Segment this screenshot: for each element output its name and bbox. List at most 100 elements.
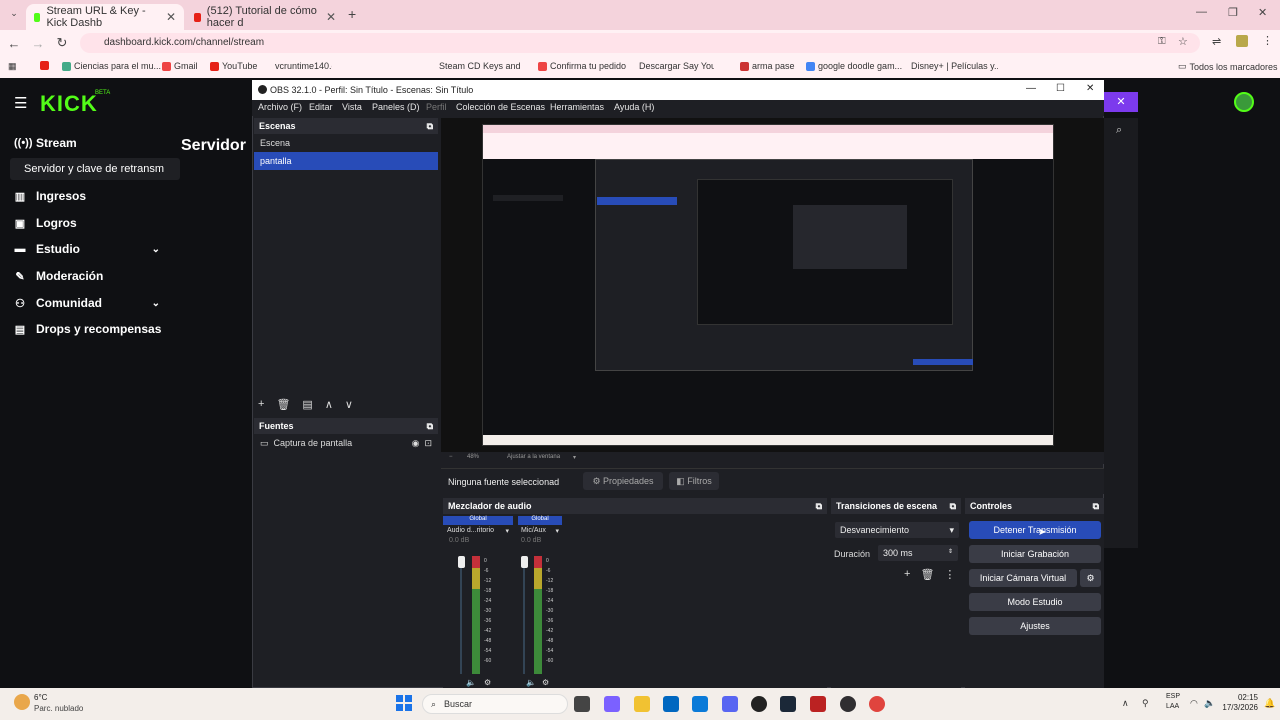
steam-icon[interactable]: [780, 696, 796, 712]
bookmark-item[interactable]: google doodle gam...: [806, 61, 902, 71]
settings-icon[interactable]: ⚙: [484, 678, 491, 687]
tab-youtube-tutorial[interactable]: (512) Tutorial de cómo hacer d ✕: [186, 4, 344, 30]
windows-start-icon[interactable]: [396, 695, 412, 711]
sidebar-item-comunidad[interactable]: ⚇ Comunidad ⌄: [14, 296, 160, 310]
edge-icon[interactable]: [692, 696, 708, 712]
duration-stepper[interactable]: 300 ms ⇕: [878, 545, 958, 561]
scene-item-selected[interactable]: pantalla: [254, 152, 438, 170]
studio-mode-button[interactable]: Modo Estudio: [969, 593, 1101, 611]
obs-taskbar-icon[interactable]: [840, 696, 856, 712]
close-tab-icon[interactable]: ✕: [166, 10, 176, 24]
key-icon[interactable]: ⚿: [1158, 36, 1166, 47]
bookmark-star-icon[interactable]: ☆: [1178, 35, 1188, 48]
sidebar-item-ingresos[interactable]: ▥ Ingresos: [14, 189, 86, 203]
menu-editar[interactable]: Editar: [309, 102, 333, 112]
all-bookmarks[interactable]: ▭ Todos los marcadores: [1178, 61, 1278, 72]
sidebar-item-server-key[interactable]: Servidor y clave de retransm: [10, 158, 180, 180]
copilot-icon[interactable]: [604, 696, 620, 712]
volume-slider-handle[interactable]: [521, 556, 528, 568]
fit-to-window[interactable]: Ajustar a la ventana: [507, 454, 560, 460]
minimize-icon[interactable]: —: [1026, 83, 1036, 94]
menu-icon[interactable]: ⋮: [1262, 34, 1273, 47]
network-icon[interactable]: ⚲: [1142, 698, 1149, 709]
chrome-icon[interactable]: [869, 696, 885, 712]
sidebar-item-logros[interactable]: ▣ Logros: [14, 216, 77, 230]
bookmark-item[interactable]: arma pase: [740, 61, 795, 71]
speaker-icon[interactable]: 🔈: [466, 678, 476, 687]
filters-button[interactable]: ◧ Filtros: [669, 472, 719, 490]
menu-vista[interactable]: Vista: [342, 102, 362, 112]
zoom-out-icon[interactable]: −: [449, 454, 453, 460]
start-virtual-camera-button[interactable]: Iniciar Cámara Virtual: [969, 569, 1077, 587]
discord-icon[interactable]: [722, 696, 738, 712]
chevron-down-icon[interactable]: ▾: [573, 454, 576, 461]
avatar[interactable]: [1234, 92, 1254, 112]
lang-indicator[interactable]: ESP: [1166, 693, 1180, 700]
bookmark-item[interactable]: Confirma tu pedido: [538, 61, 626, 71]
close-modal-icon[interactable]: ✕: [1104, 92, 1138, 112]
taskbar-search[interactable]: ⌕ Buscar: [422, 694, 568, 714]
move-up-icon[interactable]: ∧: [325, 398, 333, 411]
menu-archivo[interactable]: Archivo (F): [258, 102, 302, 112]
menu-ayuda[interactable]: Ayuda (H): [614, 102, 654, 112]
app-icon[interactable]: [810, 696, 826, 712]
close-icon[interactable]: ✕: [1086, 83, 1094, 94]
store-icon[interactable]: [663, 696, 679, 712]
search-icon[interactable]: ⌕: [1116, 124, 1122, 137]
start-recording-button[interactable]: Iniciar Grabación: [969, 545, 1101, 563]
lock-icon[interactable]: ⊡: [424, 438, 432, 449]
file-explorer-icon[interactable]: [634, 696, 650, 712]
source-item[interactable]: ▭ Captura de pantalla ◉ ⊡: [254, 434, 438, 453]
bookmark-item[interactable]: vcruntime140.dll de...: [272, 61, 332, 71]
extension-icon[interactable]: [1236, 35, 1248, 47]
bookmark-item[interactable]: [40, 61, 49, 70]
minimize-icon[interactable]: —: [1196, 6, 1207, 18]
maximize-icon[interactable]: ☐: [1056, 83, 1065, 94]
menu-coleccion[interactable]: Colección de Escenas: [456, 102, 545, 112]
undock-icon[interactable]: ⧉: [1093, 501, 1099, 512]
bookmark-item[interactable]: Ciencias para el mu...: [62, 61, 161, 71]
tab-list-chevron-icon[interactable]: ⌄: [2, 8, 26, 19]
address-bar[interactable]: dashboard.kick.com/channel/stream: [80, 33, 1200, 53]
trash-icon[interactable]: 🗑: [920, 568, 934, 581]
menu-herramientas[interactable]: Herramientas: [550, 102, 604, 112]
undock-icon[interactable]: ⧉: [950, 501, 956, 512]
extensions-icon[interactable]: ⇌: [1212, 35, 1221, 48]
forward-icon[interactable]: →: [26, 36, 50, 51]
add-icon[interactable]: +: [904, 568, 910, 581]
undock-icon[interactable]: ⧉: [427, 121, 433, 132]
filter-icon[interactable]: ▤: [302, 398, 312, 411]
properties-button[interactable]: ⚙ Propiedades: [583, 472, 663, 490]
sidebar-item-moderacion[interactable]: ✎ Moderación: [14, 269, 103, 283]
sidebar-item-stream[interactable]: ((•)) Stream: [14, 136, 77, 150]
back-icon[interactable]: ←: [2, 36, 26, 51]
add-icon[interactable]: +: [258, 398, 264, 411]
virtual-camera-settings-button[interactable]: ⚙: [1080, 569, 1101, 587]
bookmark-item[interactable]: Disney+ | Películas y...: [908, 61, 998, 71]
transition-type-select[interactable]: Desvanecimiento ▾: [835, 522, 959, 538]
chevron-up-icon[interactable]: ∧: [1122, 698, 1129, 709]
reload-icon[interactable]: ↻: [50, 35, 74, 51]
trash-icon[interactable]: 🗑: [276, 398, 290, 411]
maximize-icon[interactable]: ❐: [1228, 6, 1238, 19]
bookmark-item[interactable]: YouTube: [210, 61, 257, 71]
new-tab-icon[interactable]: +: [348, 6, 356, 22]
undock-icon[interactable]: ⧉: [816, 501, 822, 512]
wifi-icon[interactable]: ◠: [1190, 698, 1198, 709]
stop-streaming-button[interactable]: Detener Transmisión: [969, 521, 1101, 539]
volume-slider-handle[interactable]: [458, 556, 465, 568]
menu-paneles[interactable]: Paneles (D): [372, 102, 420, 112]
clock-time[interactable]: 02:15: [1218, 693, 1258, 702]
bookmark-item[interactable]: Descargar Say Yout...: [636, 61, 714, 71]
sidebar-item-drops[interactable]: ▤ Drops y recompensas: [14, 322, 162, 336]
volume-slider-track[interactable]: [460, 556, 462, 674]
tab-kick-dashboard[interactable]: Stream URL & Key - Kick Dashb ✕: [26, 4, 184, 30]
more-icon[interactable]: ⋮: [944, 568, 955, 581]
settings-button[interactable]: Ajustes: [969, 617, 1101, 635]
notification-icon[interactable]: 🔔: [1264, 698, 1275, 709]
channel-name[interactable]: Audio d...ritorio ▾: [443, 525, 513, 537]
speaker-icon[interactable]: 🔈: [526, 678, 536, 687]
settings-icon[interactable]: ⚙: [542, 678, 549, 687]
channel-name[interactable]: Mic/Aux ▾: [518, 525, 562, 537]
app-icon[interactable]: [751, 696, 767, 712]
